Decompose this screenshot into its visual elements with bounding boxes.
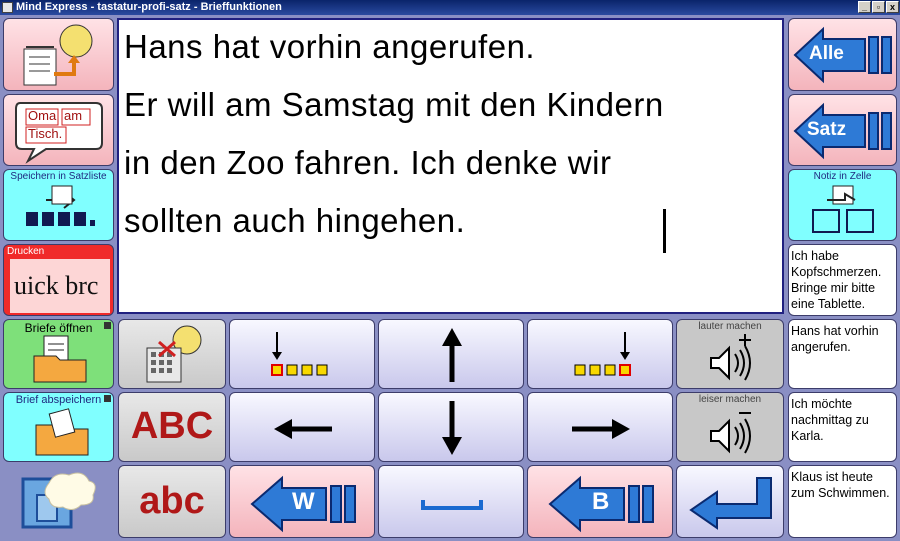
space-button[interactable] xyxy=(378,465,524,538)
cursor-end-icon xyxy=(574,332,631,376)
uppercase-button[interactable]: ABC xyxy=(118,392,226,462)
cursor-start-icon xyxy=(271,332,328,376)
arrow-right-icon xyxy=(572,419,630,439)
cursor-to-start-button[interactable] xyxy=(229,319,375,389)
save-to-sentence-list-button[interactable]: Speichern in Satzliste xyxy=(3,169,114,241)
window-titlebar: Mind Express - tastatur-profi-satz - Bri… xyxy=(0,0,900,15)
oma-word: Oma xyxy=(28,108,57,123)
print-label: Drucken xyxy=(7,246,45,257)
cursor-left-button[interactable] xyxy=(229,392,375,462)
note-text: Hans hat vorhin angerufen. xyxy=(791,324,879,354)
folder-save-icon xyxy=(35,408,89,456)
print-button[interactable]: Drucken uick brc xyxy=(3,244,114,316)
uppercase-label: ABC xyxy=(130,405,214,447)
note-cell-icon xyxy=(812,185,874,233)
backspace-button[interactable]: B xyxy=(527,465,673,538)
editor-line: Er will am Samstag mit den Kindern xyxy=(124,86,664,123)
print-sample-text: uick brc xyxy=(14,271,99,300)
note-text: Ich möchte nachmittag zu Karla. xyxy=(791,397,869,443)
exit-icon xyxy=(21,472,96,529)
text-editor[interactable]: Hans hat vorhin angerufen. Er will am Sa… xyxy=(117,18,784,314)
note-cell-3[interactable]: Ich möchte nachmittag zu Karla. xyxy=(788,392,897,462)
delete-sentence-label: Satz xyxy=(807,119,847,140)
note-in-cell-button[interactable]: Notiz in Zelle xyxy=(788,169,897,241)
tisch-word: Tisch. xyxy=(28,126,63,141)
editor-line: in den Zoo fahren. Ich denke wir xyxy=(124,144,612,181)
save-letter-button[interactable]: Brief abspeichern xyxy=(3,392,114,462)
cursor-up-button[interactable] xyxy=(378,319,524,389)
delete-word-button[interactable]: W xyxy=(229,465,375,538)
cursor-to-end-button[interactable] xyxy=(527,319,673,389)
lowercase-label: abc xyxy=(139,480,205,522)
speak-document-icon xyxy=(23,24,93,86)
exit-button[interactable] xyxy=(3,465,114,538)
note-cell-2[interactable]: Hans hat vorhin angerufen. xyxy=(788,319,897,389)
folder-open-icon xyxy=(33,335,87,383)
volume-down-button[interactable]: leiser machen xyxy=(676,392,784,462)
arrow-up-icon xyxy=(442,328,462,382)
minimize-button[interactable]: _ xyxy=(858,1,871,13)
maximize-button[interactable]: ▫ xyxy=(872,1,885,13)
speaker-plus-icon xyxy=(710,334,751,381)
delete-word-letter: W xyxy=(292,488,315,515)
delete-sentence-button[interactable]: Satz xyxy=(788,94,897,166)
note-text: Klaus ist heute zum Schwimmen. xyxy=(791,470,890,500)
delete-all-button[interactable]: Alle xyxy=(788,18,897,91)
keyboard-person-icon xyxy=(146,325,202,383)
backspace-letter: B xyxy=(592,488,610,515)
open-letters-button[interactable]: Briefe öffnen xyxy=(3,319,114,389)
cursor-down-button[interactable] xyxy=(378,392,524,462)
delete-all-label: Alle xyxy=(809,43,844,64)
enter-arrow-icon xyxy=(689,477,772,530)
close-button[interactable]: x xyxy=(886,1,899,13)
am-word: am xyxy=(64,108,83,123)
keyboard-settings-button[interactable] xyxy=(118,319,226,389)
lowercase-button[interactable]: abc xyxy=(118,465,226,538)
read-aloud-letter-button[interactable] xyxy=(3,18,114,91)
speaker-minus-icon xyxy=(710,412,751,454)
editor-line: sollten auch hingehen. xyxy=(124,202,466,239)
save-sentence-icon xyxy=(26,185,95,226)
note-text: Ich habe Kopfschmerzen. Bringe mir bitte… xyxy=(791,249,882,311)
cursor-right-button[interactable] xyxy=(527,392,673,462)
read-sentence-button[interactable]: Oma am Tisch. xyxy=(3,94,114,166)
window-title: Mind Express - tastatur-profi-satz - Bri… xyxy=(16,1,282,13)
enter-button[interactable] xyxy=(676,465,784,538)
space-bar-icon xyxy=(421,500,483,510)
volume-up-button[interactable]: lauter machen xyxy=(676,319,784,389)
arrow-down-icon xyxy=(442,401,462,455)
text-caret xyxy=(663,209,666,253)
arrow-left-icon xyxy=(274,419,332,439)
editor-line: Hans hat vorhin angerufen. xyxy=(124,28,536,65)
note-cell-4[interactable]: Klaus ist heute zum Schwimmen. xyxy=(788,465,897,538)
note-cell-1[interactable]: Ich habe Kopfschmerzen. Bringe mir bitte… xyxy=(788,244,897,316)
app-icon xyxy=(2,2,13,13)
